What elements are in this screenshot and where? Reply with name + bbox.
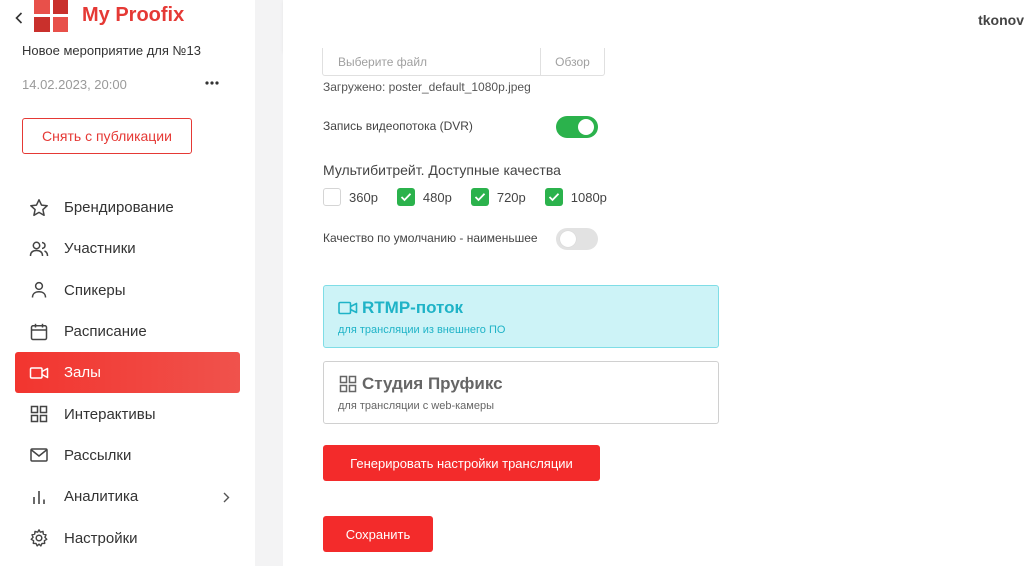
star-icon — [29, 198, 49, 218]
chevron-right-icon — [220, 489, 232, 505]
top-bar: tkonov — [283, 0, 1024, 52]
dvr-label: Запись видеопотока (DVR) — [323, 119, 473, 133]
uploaded-file-text: Загружено: poster_default_1080p.jpeg — [323, 80, 531, 94]
default-quality-label: Качество по умолчанию - наименьшее — [323, 231, 538, 245]
stream-option-title-text: RTMP-поток — [362, 298, 464, 317]
quality-label: 720p — [496, 189, 526, 205]
quality-option-480p[interactable]: 480p — [396, 188, 452, 206]
check-icon — [474, 193, 485, 202]
quality-option-720p[interactable]: 720p — [470, 188, 526, 206]
file-upload-group: Выберите файл Обзор — [322, 48, 605, 76]
grid-icon — [338, 375, 358, 393]
sidebar-item-schedule[interactable]: Расписание — [15, 311, 240, 352]
sidebar-item-speakers[interactable]: Спикеры — [15, 270, 240, 311]
quality-label: 480p — [422, 189, 452, 205]
sidebar-item-label: Залы — [64, 364, 101, 382]
more-options-icon[interactable] — [203, 74, 221, 92]
quality-checkbox-group: 360p 480p 720p 1080p — [323, 187, 626, 207]
bar-chart-icon — [29, 487, 49, 507]
stream-option-subtitle: для трансляции с web-камеры — [338, 400, 494, 412]
sidebar-item-interactives[interactable]: Интерактивы — [15, 393, 240, 434]
quality-label: 1080p — [570, 189, 607, 205]
dvr-toggle[interactable] — [556, 116, 598, 138]
quality-option-360p[interactable]: 360p — [323, 188, 378, 206]
browse-button[interactable]: Обзор — [541, 48, 604, 75]
sidebar-item-settings[interactable]: Настройки — [15, 517, 240, 558]
gear-icon — [29, 528, 49, 548]
stream-option-title: RTMP-поток — [338, 298, 463, 318]
unpublish-button[interactable]: Снять с публикации — [22, 118, 192, 154]
stream-option-title-text: Студия Пруфикс — [362, 374, 503, 393]
checkbox[interactable] — [544, 188, 563, 206]
sidebar-item-label: Настройки — [64, 529, 138, 547]
sidebar-item-branding[interactable]: Брендирование — [15, 187, 240, 228]
checkbox[interactable] — [396, 188, 415, 206]
hall-settings-panel: Выберите файл Обзор Загружено: poster_de… — [283, 48, 1024, 566]
back-chevron-icon[interactable] — [12, 8, 26, 28]
file-input[interactable]: Выберите файл — [323, 48, 541, 75]
sidebar-item-label: Рассылки — [64, 446, 132, 464]
stream-option-title: Студия Пруфикс — [338, 374, 503, 394]
generate-stream-settings-button[interactable]: Генерировать настройки трансляции — [323, 445, 600, 481]
event-date: 14.02.2023, 20:00 — [22, 77, 127, 92]
stream-option-subtitle: для трансляции из внешнего ПО — [338, 324, 506, 336]
stream-option-studio[interactable]: Студия Пруфикс для трансляции с web-каме… — [323, 361, 719, 424]
check-icon — [548, 193, 559, 202]
sidebar-item-label: Аналитика — [64, 488, 139, 506]
stream-option-rtmp[interactable]: RTMP-поток для трансляции из внешнего ПО — [323, 285, 719, 348]
sidebar-item-label: Участники — [64, 240, 136, 258]
video-camera-icon — [338, 299, 358, 317]
checkbox[interactable] — [323, 188, 341, 206]
sidebar-item-label: Брендирование — [64, 199, 174, 217]
sidebar-item-label: Спикеры — [64, 281, 126, 299]
user-icon — [29, 280, 49, 300]
grid-icon — [29, 404, 49, 424]
checkbox[interactable] — [470, 188, 489, 206]
mail-icon — [29, 445, 49, 465]
check-icon — [400, 193, 412, 202]
users-icon — [29, 239, 49, 259]
username[interactable]: tkonov — [978, 12, 1024, 28]
proofix-logo — [34, 0, 68, 32]
sidebar-item-mailings[interactable]: Рассылки — [15, 435, 240, 476]
calendar-icon — [29, 322, 49, 342]
sidebar-item-analytics[interactable]: Аналитика — [15, 476, 240, 517]
sidebar-item-halls[interactable]: Залы — [15, 352, 240, 394]
sidebar-item-label: Расписание — [64, 323, 147, 341]
quality-option-1080p[interactable]: 1080p — [544, 188, 607, 206]
event-name: Новое мероприятие для №13 — [22, 43, 201, 58]
quality-label: 360p — [349, 189, 378, 205]
sidebar-item-label: Интерактивы — [64, 405, 156, 423]
save-button[interactable]: Сохранить — [323, 516, 433, 552]
sidebar: My Proofix Новое мероприятие для №13 14.… — [0, 0, 255, 566]
sidebar-nav: Брендирование Участники Спикеры Расписан… — [15, 187, 240, 559]
default-quality-toggle[interactable] — [556, 228, 598, 250]
video-camera-icon — [29, 363, 49, 383]
app-title: My Proofix — [82, 4, 185, 26]
sidebar-item-participants[interactable]: Участники — [15, 228, 240, 269]
multibitrate-title: Мультибитрейт. Доступные качества — [323, 162, 561, 178]
